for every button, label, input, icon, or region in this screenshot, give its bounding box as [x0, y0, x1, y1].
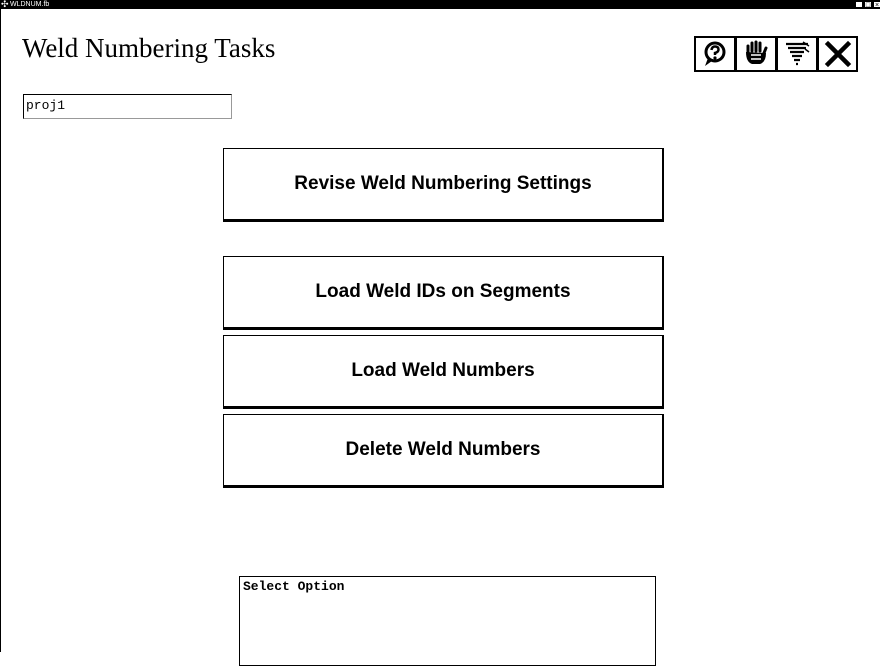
hand-icon [746, 40, 768, 64]
maximize-button[interactable]: □ [864, 1, 872, 9]
status-message-box: Select Option [239, 576, 656, 666]
process-button[interactable] [776, 36, 817, 72]
load-weld-ids-button[interactable]: Load Weld IDs on Segments [223, 256, 664, 330]
window-frame [0, 9, 1, 652]
load-weld-numbers-button[interactable]: Load Weld Numbers [223, 335, 664, 409]
close-button[interactable] [817, 36, 858, 72]
revise-settings-button[interactable]: Revise Weld Numbering Settings [223, 148, 664, 222]
window-title: WLDNUM.fb [10, 1, 50, 8]
status-text: Select Option [243, 579, 345, 594]
delete-weld-numbers-button[interactable]: Delete Weld Numbers [223, 414, 664, 488]
window-titlebar[interactable]: ✣ WLDNUM.fb _ □ × [0, 0, 880, 9]
minimize-button[interactable]: _ [855, 1, 863, 9]
close-icon [824, 40, 851, 68]
stop-button[interactable] [735, 36, 776, 72]
page-title: Weld Numbering Tasks [22, 33, 276, 63]
help-icon [704, 41, 726, 66]
project-field[interactable]: proj1 [23, 94, 232, 119]
close-window-button[interactable]: × [873, 1, 880, 9]
help-button[interactable] [694, 36, 735, 72]
app-icon: ✣ [1, 0, 9, 9]
tornado-icon [786, 41, 810, 66]
toolbar [694, 36, 858, 74]
